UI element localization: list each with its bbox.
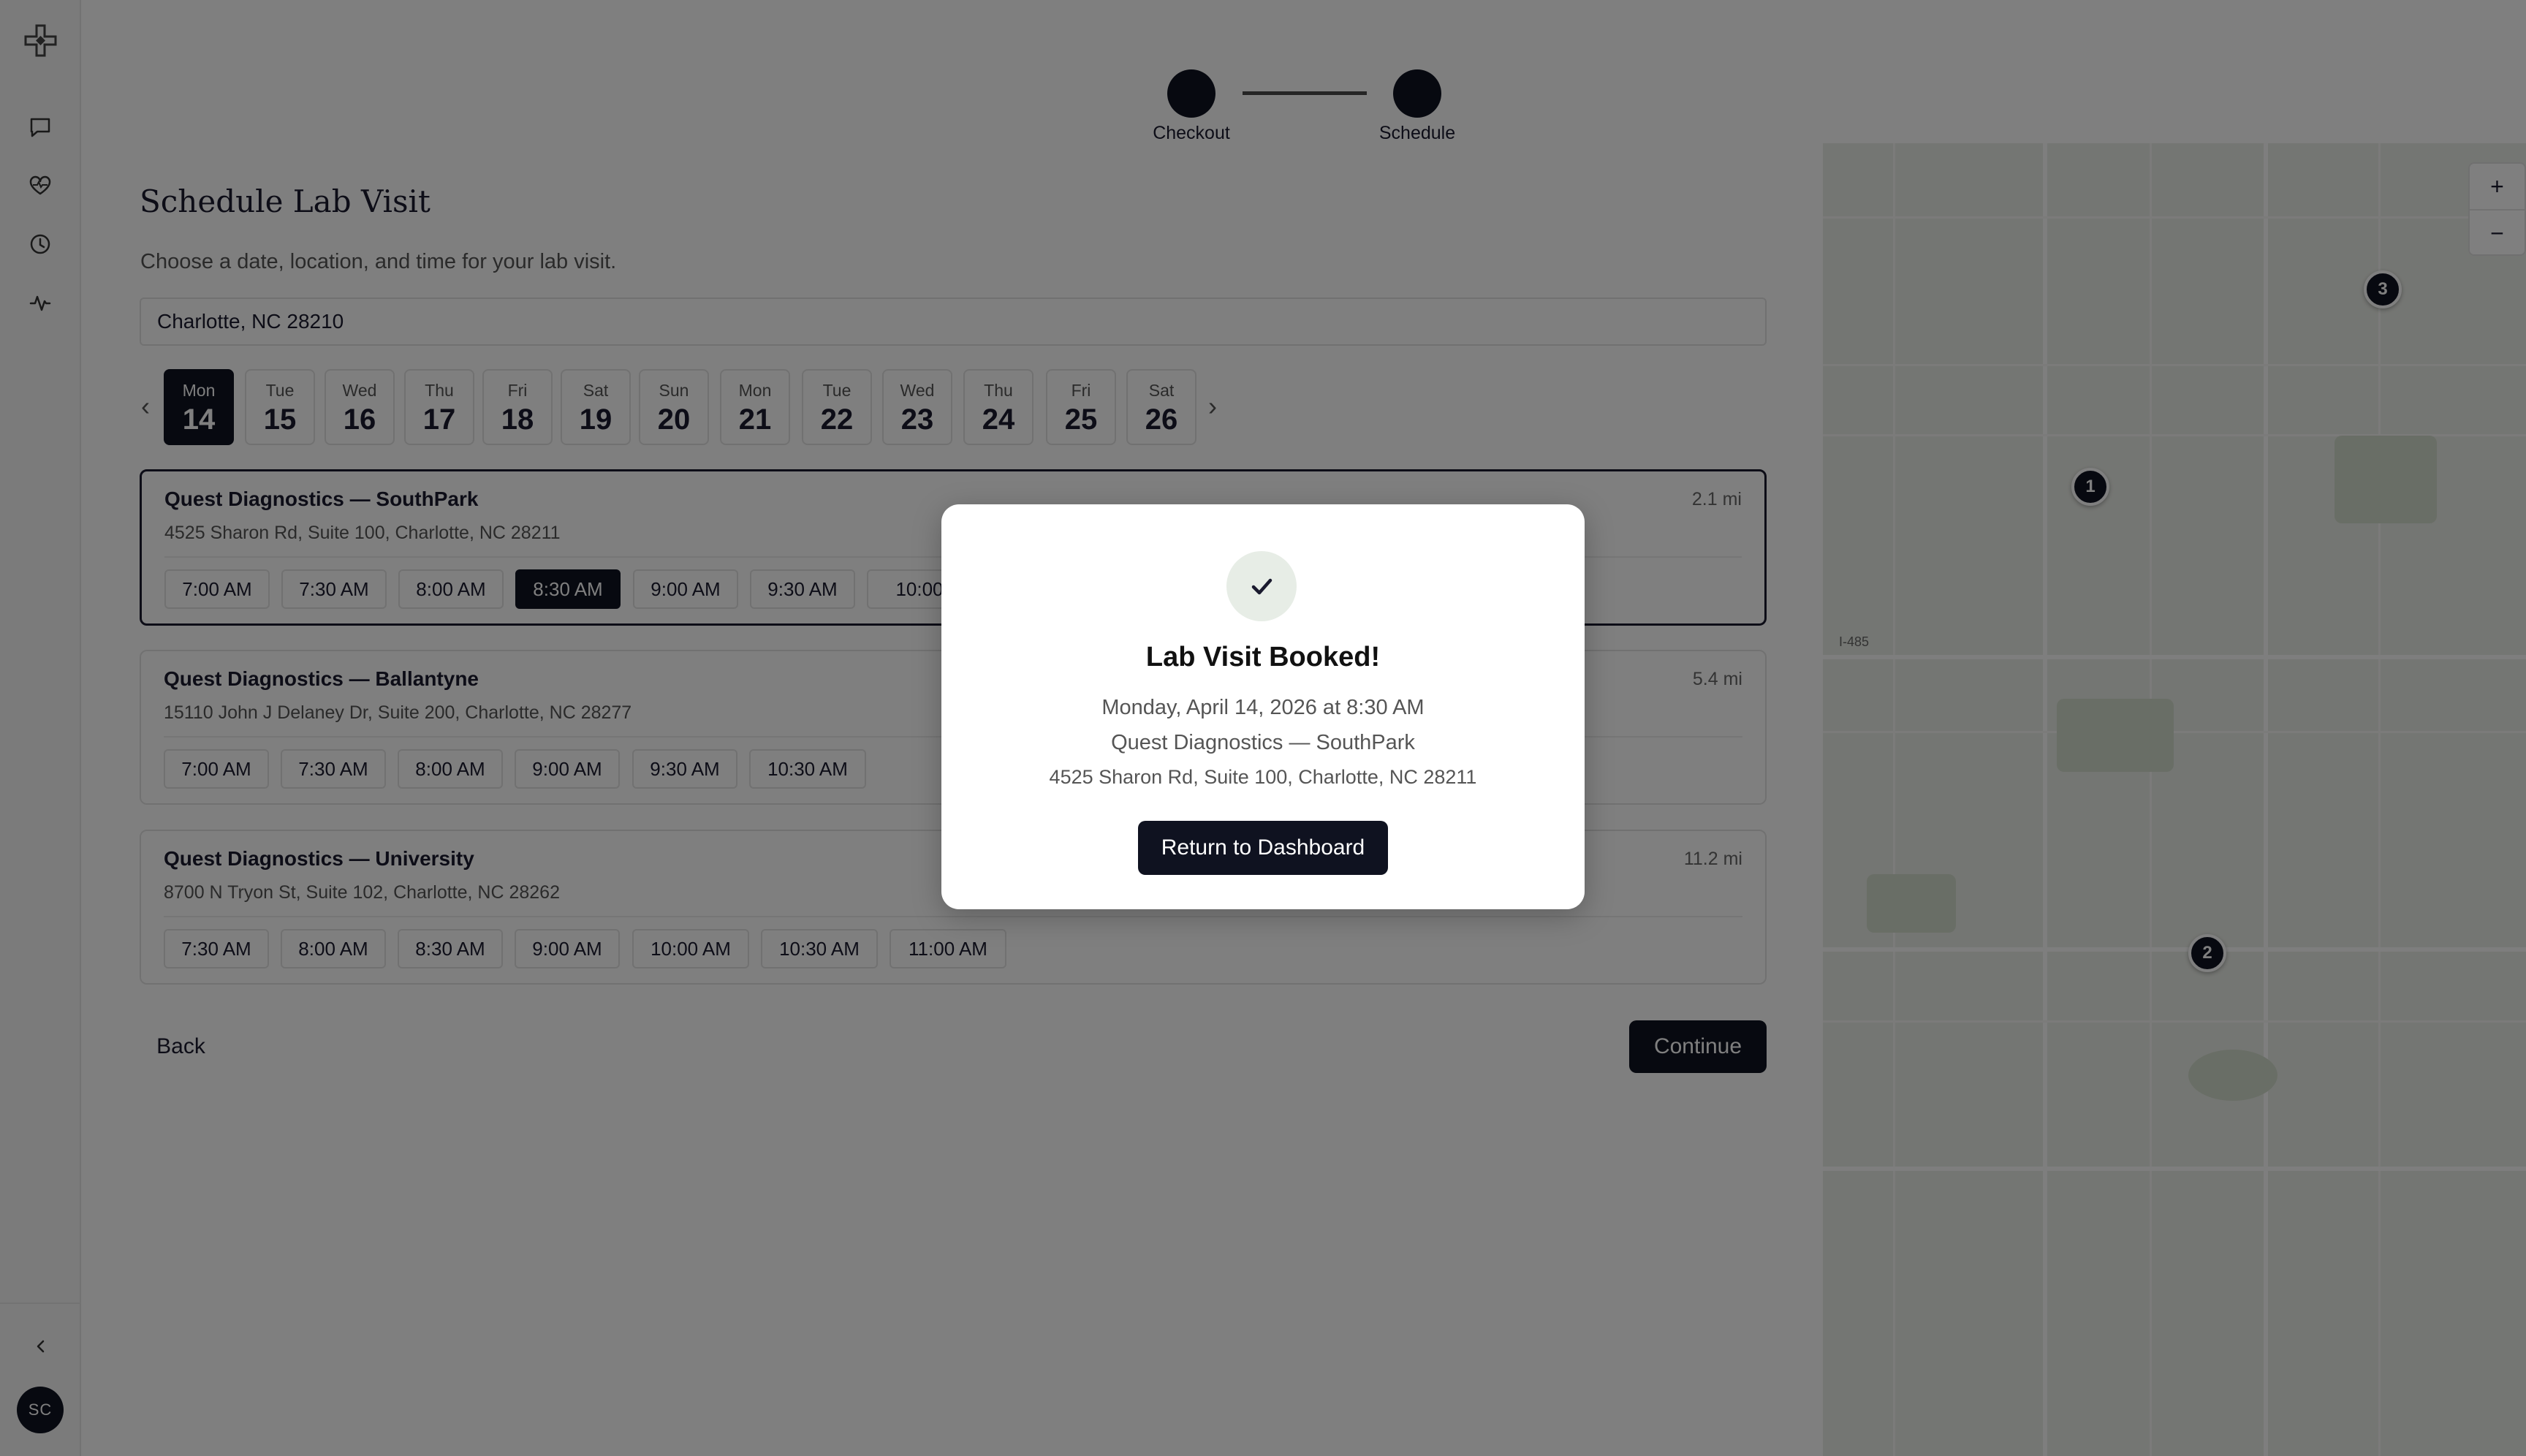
- modal-lab-name: Quest Diagnostics — SouthPark: [1111, 731, 1415, 754]
- modal-title: Lab Visit Booked!: [1145, 642, 1381, 672]
- modal-datetime: Monday, April 14, 2026 at 8:30 AM: [1101, 696, 1425, 719]
- modal-address: 4525 Sharon Rd, Suite 100, Charlotte, NC…: [1049, 766, 1477, 788]
- return-to-dashboard-button[interactable]: Return to Dashboard: [1138, 821, 1388, 875]
- check-icon: [1226, 551, 1297, 621]
- booking-confirmation-modal: Lab Visit Booked! Monday, April 14, 2026…: [941, 504, 1585, 909]
